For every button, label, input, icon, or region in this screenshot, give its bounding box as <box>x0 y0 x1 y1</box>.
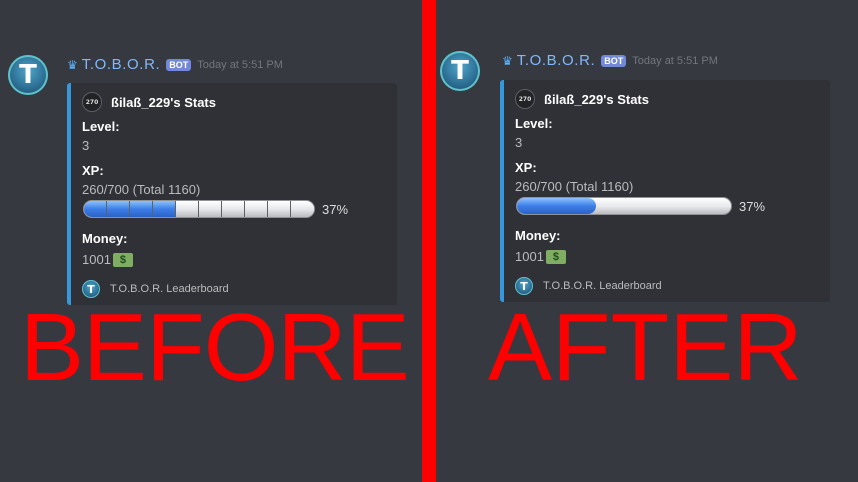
message-header: ♛ T.O.B.O.R. BOT Today at 5:51 PM <box>502 52 718 69</box>
xp-progress-segment <box>268 201 291 217</box>
xp-value: 260/700 (Total 1160) <box>82 182 201 197</box>
money-value: 1001 <box>515 249 544 264</box>
embed-author-name: ßilaß_229's Stats <box>111 94 216 110</box>
xp-progress-segment <box>84 201 107 217</box>
level-label: Level: <box>515 116 553 131</box>
xp-progress-row: 37% <box>516 197 765 215</box>
red-divider <box>422 0 436 482</box>
after-caption: AFTER <box>488 294 803 401</box>
xp-progress-segment <box>291 201 314 217</box>
bot-tag: BOT <box>601 54 627 67</box>
xp-progress-segment <box>176 201 199 217</box>
money-label: Money: <box>515 228 561 243</box>
xp-progress-row: 37% <box>83 200 348 218</box>
stats-embed: 270 ßilaß_229's Stats Level: 3 XP: 260/7… <box>67 83 397 305</box>
after-panel: T ♛ T.O.B.O.R. BOT Today at 5:51 PM 270 … <box>436 0 858 482</box>
footer-text: T.O.B.O.R. Leaderboard <box>543 280 662 292</box>
xp-progress-segment <box>153 201 176 217</box>
crown-icon: ♛ <box>67 57 78 72</box>
embed-author: 270 ßilaß_229's Stats <box>82 92 216 112</box>
xp-label: XP: <box>515 160 537 175</box>
xp-progress-segment <box>222 201 245 217</box>
bot-tag: BOT <box>166 58 192 71</box>
message-timestamp: Today at 5:51 PM <box>197 58 283 71</box>
before-caption: BEFORE <box>20 294 410 401</box>
level-label: Level: <box>82 119 120 134</box>
footer-icon: T <box>515 277 533 295</box>
bot-avatar[interactable]: T <box>8 55 48 95</box>
xp-progress-segment <box>130 201 153 217</box>
money-icon: $ <box>112 252 133 267</box>
money-value: 1001 <box>82 252 111 267</box>
xp-progress-fill <box>517 198 597 214</box>
crown-icon: ♛ <box>502 53 513 68</box>
embed-footer: T T.O.B.O.R. Leaderboard <box>515 277 662 295</box>
embed-author-name: ßilaß_229's Stats <box>544 91 649 107</box>
xp-progress-segment <box>107 201 130 217</box>
money-icon: $ <box>545 249 566 264</box>
xp-progress-percent: 37% <box>739 198 766 214</box>
stats-embed: 270 ßilaß_229's Stats Level: 3 XP: 260/7… <box>500 80 830 302</box>
xp-label: XP: <box>82 163 104 178</box>
xp-progress-segment <box>245 201 268 217</box>
xp-value: 260/700 (Total 1160) <box>515 179 634 194</box>
bot-username[interactable]: T.O.B.O.R. <box>517 52 596 69</box>
author-icon: 270 <box>515 89 535 109</box>
message-timestamp: Today at 5:51 PM <box>632 54 718 67</box>
xp-progress-segment <box>199 201 222 217</box>
embed-author: 270 ßilaß_229's Stats <box>515 89 649 109</box>
money-label: Money: <box>82 231 128 246</box>
author-icon: 270 <box>82 92 102 112</box>
level-value: 3 <box>82 138 90 153</box>
message-header: ♛ T.O.B.O.R. BOT Today at 5:51 PM <box>67 56 283 73</box>
xp-progress-bar-smooth <box>516 197 732 215</box>
bot-username[interactable]: T.O.B.O.R. <box>82 56 161 73</box>
before-panel: T ♛ T.O.B.O.R. BOT Today at 5:51 PM 270 … <box>0 0 422 482</box>
level-value: 3 <box>515 135 523 150</box>
money-row: 1001 $ <box>82 252 133 267</box>
bot-avatar[interactable]: T <box>440 51 480 91</box>
money-row: 1001 $ <box>515 249 566 264</box>
xp-progress-percent: 37% <box>322 201 349 217</box>
xp-progress-bar-segmented <box>83 200 315 218</box>
